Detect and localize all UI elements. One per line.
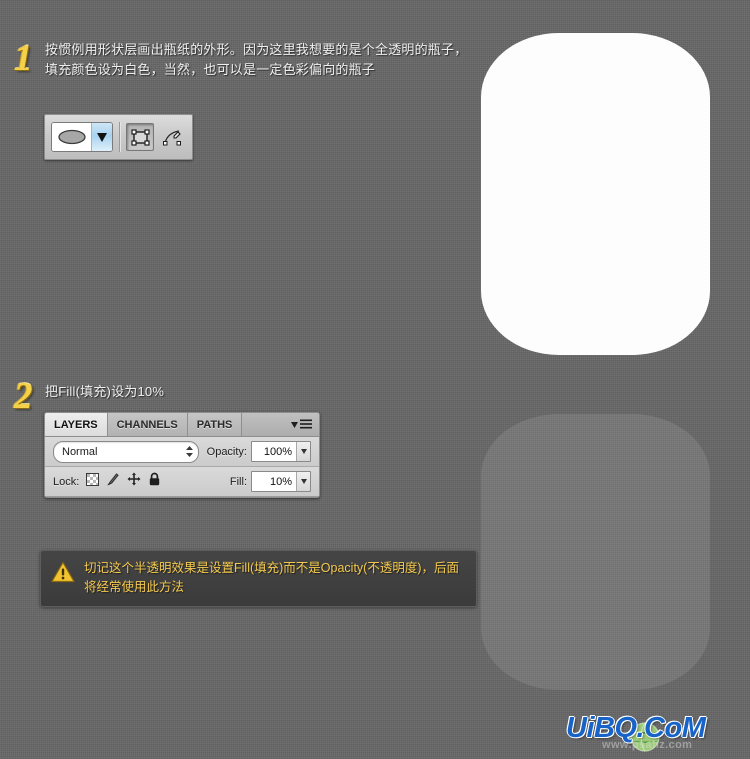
toolbar-divider <box>119 122 120 152</box>
lock-label: Lock: <box>53 475 80 488</box>
shape-layers-mode-button[interactable] <box>126 123 154 151</box>
opacity-slider-button[interactable] <box>296 442 310 461</box>
lock-buttons-group[interactable] <box>86 472 161 491</box>
bottle-shape-fill-10 <box>481 414 710 690</box>
fill-field[interactable]: 10% <box>251 471 311 492</box>
blend-mode-value: Normal <box>62 445 98 458</box>
warning-triangle-icon <box>51 559 75 597</box>
panel-menu-button[interactable] <box>287 413 319 436</box>
lock-transparent-pixels-icon[interactable] <box>86 472 100 491</box>
tab-layers[interactable]: LAYERS <box>45 413 108 436</box>
chevron-down-icon <box>97 132 107 142</box>
step-1-number: 1 <box>14 38 33 79</box>
opacity-label: Opacity: <box>206 445 247 458</box>
opacity-value[interactable]: 100% <box>252 442 296 461</box>
shape-layers-icon <box>130 128 150 146</box>
chevron-down-icon <box>300 479 307 484</box>
blend-opacity-row[interactable]: Normal Opacity: 100% <box>45 437 319 467</box>
bottle-shape-white <box>481 33 710 355</box>
tab-bar-filler <box>242 413 287 436</box>
path-mode-group[interactable] <box>126 123 186 151</box>
step-2-text: 把Fill(填充)设为10% <box>45 384 165 399</box>
lock-fill-row[interactable]: Lock: Fill: 10% <box>45 467 319 497</box>
blend-mode-select[interactable]: Normal <box>53 440 199 463</box>
fill-label: Fill: <box>229 475 247 488</box>
tab-channels[interactable]: CHANNELS <box>107 413 188 436</box>
lock-all-icon[interactable] <box>148 472 161 491</box>
lock-position-icon[interactable] <box>127 472 141 491</box>
fill-slider-button[interactable] <box>296 472 310 491</box>
opacity-field[interactable]: 100% <box>251 441 311 462</box>
stepper-arrows-icon <box>185 446 193 457</box>
shape-preset-picker[interactable] <box>51 122 113 152</box>
warning-text: 切记这个半透明效果是设置Fill(填充)而不是Opacity(不透明度)，后面将… <box>84 561 459 594</box>
watermark-subtext: www.psahz.com <box>602 739 693 751</box>
layers-panel[interactable]: LAYERS CHANNELS PATHS Normal Opacity: 10… <box>44 412 320 498</box>
step-1-text: 按惯例用形状层画出瓶纸的外形。因为这里我想要的是个全透明的瓶子，填充颜色设为白色… <box>45 42 468 77</box>
fill-value[interactable]: 10% <box>252 472 296 491</box>
warning-note: 切记这个半透明效果是设置Fill(填充)而不是Opacity(不透明度)，后面将… <box>40 550 477 607</box>
lock-image-pixels-icon[interactable] <box>106 472 120 491</box>
chevron-down-icon <box>291 421 298 428</box>
paths-mode-button[interactable] <box>158 123 186 151</box>
ellipse-shape-icon <box>52 123 91 151</box>
panel-tab-bar[interactable]: LAYERS CHANNELS PATHS <box>45 413 319 437</box>
chevron-down-icon <box>300 449 307 454</box>
shape-preset-group[interactable] <box>51 122 113 152</box>
pen-path-icon <box>162 129 181 145</box>
watermark: UiBQ.CoM www.psahz.com <box>566 712 746 754</box>
shape-preset-dropdown-button[interactable] <box>91 123 112 151</box>
step-2-number: 2 <box>14 376 33 417</box>
shape-tool-options-bar[interactable] <box>44 114 193 160</box>
hamburger-icon <box>300 419 312 429</box>
tab-paths[interactable]: PATHS <box>187 413 243 436</box>
